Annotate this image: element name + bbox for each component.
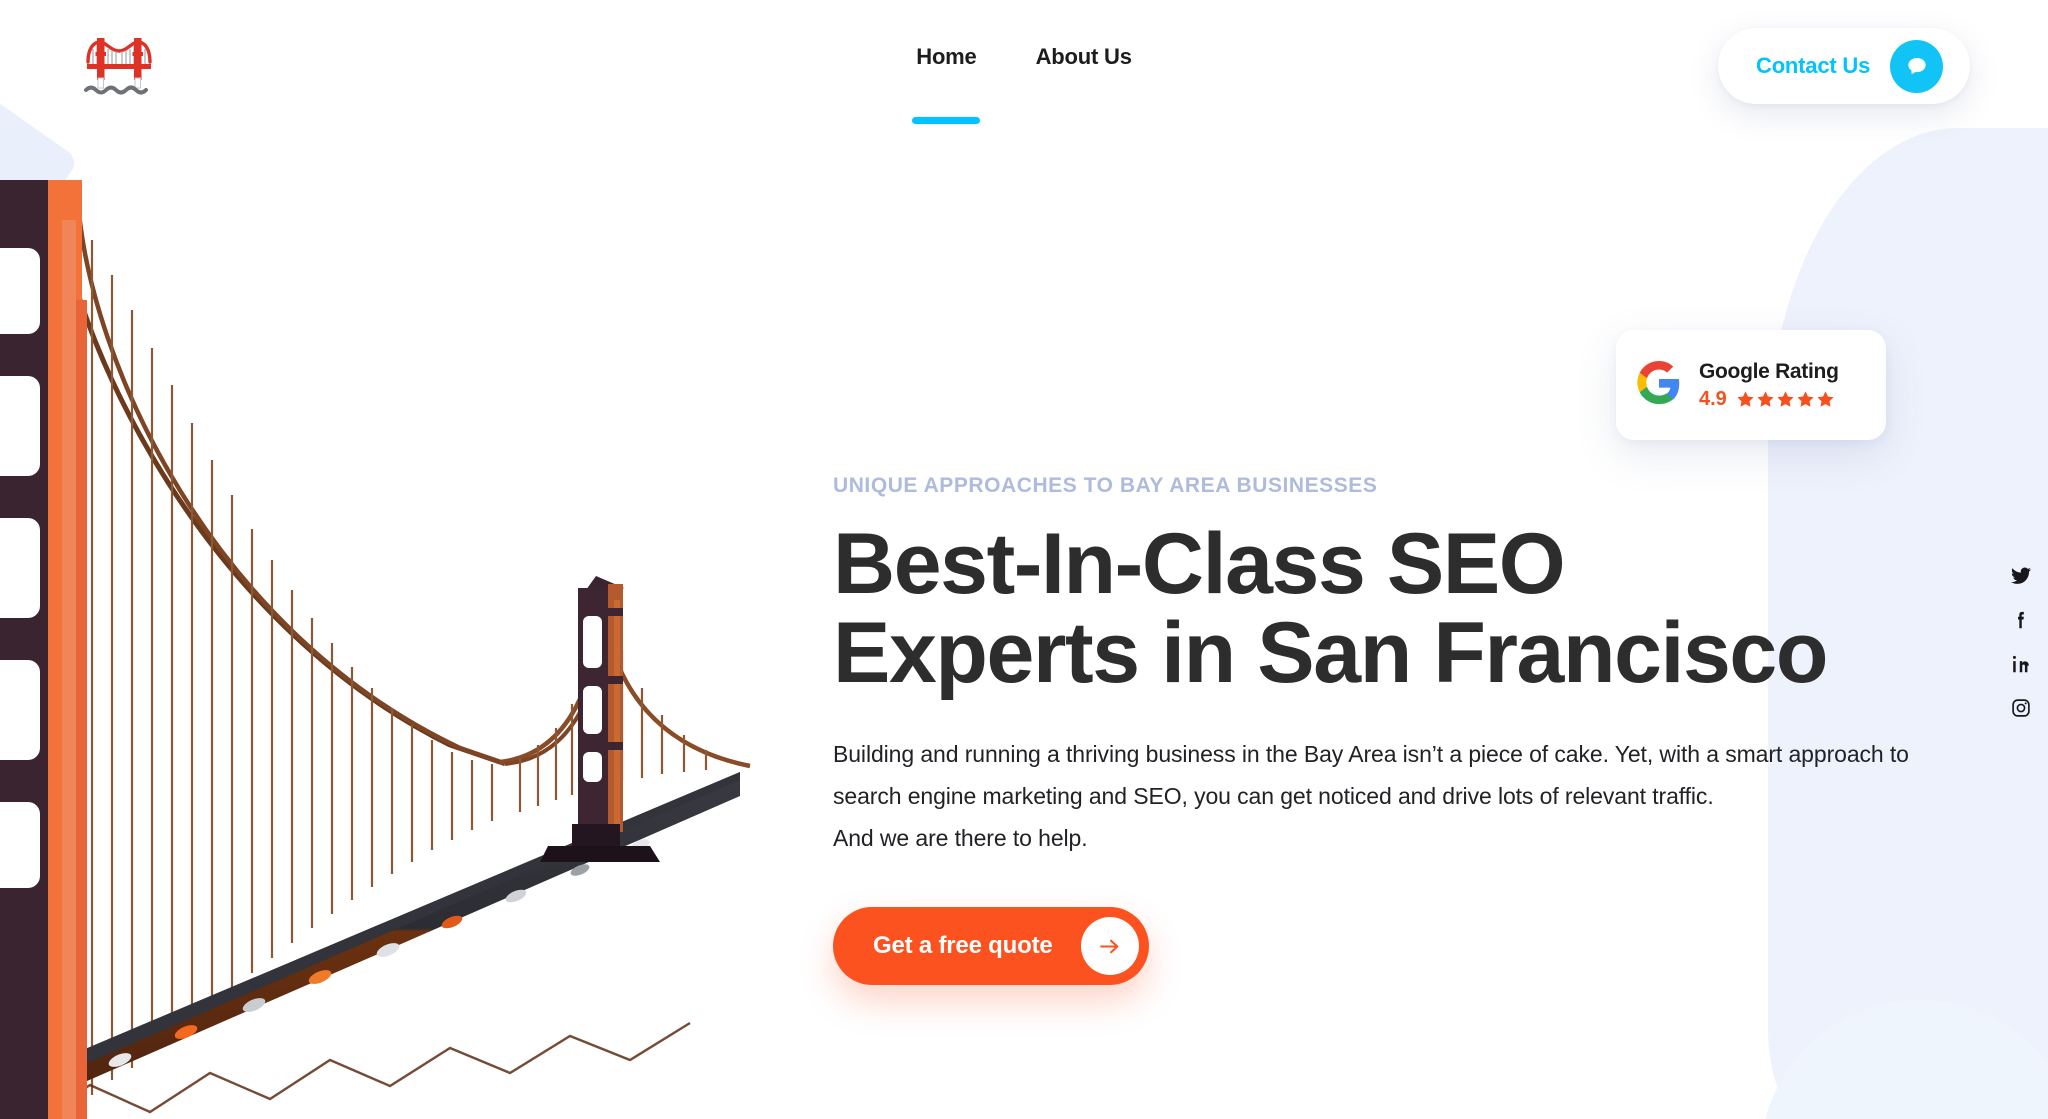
social-links-rail (2010, 565, 2032, 719)
rating-title: Google Rating (1699, 359, 1839, 383)
nav-item-home-label: Home (916, 44, 977, 69)
chat-bubble-icon[interactable] (1890, 39, 1944, 93)
hero-paragraph: Building and running a thriving business… (833, 741, 1909, 810)
google-g-icon (1636, 360, 1682, 411)
headline-line-2: Experts in San Francisco (833, 604, 1828, 701)
rating-text-block: Google Rating 4.9 (1699, 360, 1839, 411)
golden-gate-bridge-illustration (0, 180, 830, 1119)
nav-active-underline (912, 117, 981, 124)
rating-score: 4.9 (1699, 387, 1727, 410)
nav-item-home[interactable]: Home (912, 44, 981, 124)
hero-eyebrow: Unique approaches to Bay Area businesses (833, 474, 1378, 497)
google-rating-card: Google Rating 4.9 (1616, 330, 1886, 440)
hero-paragraph-second-line: And we are there to help. (833, 825, 1088, 852)
nav-item-about-us[interactable]: About Us (1036, 44, 1132, 74)
twitter-icon[interactable] (2010, 565, 2032, 587)
instagram-icon[interactable] (2010, 697, 2032, 719)
landing-page: Home About Us Contact Us Google Rating 4… (0, 0, 2048, 1119)
rating-score-row: 4.9 (1699, 388, 1839, 411)
headline-line-1: Best-In-Class SEO (833, 516, 1566, 612)
linkedin-icon[interactable] (2010, 653, 2032, 675)
facebook-icon[interactable] (2010, 609, 2032, 631)
get-a-free-quote-label: Get a free quote (873, 932, 1053, 960)
contact-us-button[interactable]: Contact Us (1718, 28, 1970, 104)
hero-section: Unique approaches to Bay Area businesses… (833, 474, 1963, 986)
page-title: Best-In-Class SEO Experts in San Francis… (833, 520, 1963, 697)
contact-us-label: Contact Us (1756, 53, 1871, 78)
rating-stars (1736, 390, 1835, 409)
site-header: Home About Us Contact Us (0, 0, 2048, 133)
arrow-right-icon (1080, 917, 1139, 976)
get-a-free-quote-button[interactable]: Get a free quote (833, 907, 1149, 986)
hero-paragraph-block: Building and running a thriving business… (833, 733, 1918, 859)
nav-item-about-us-label: About Us (1035, 44, 1132, 69)
